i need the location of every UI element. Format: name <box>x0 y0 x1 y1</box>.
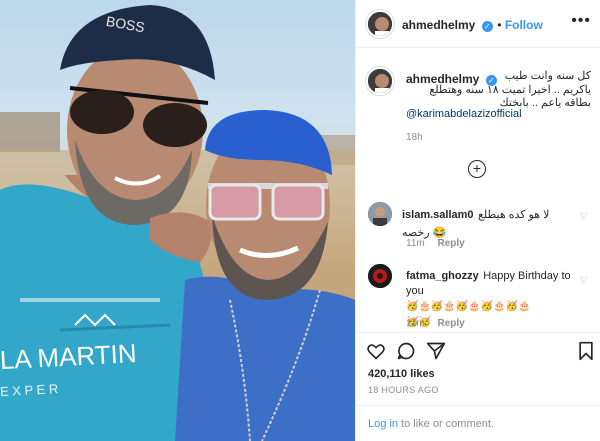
author-avatar[interactable] <box>366 10 394 38</box>
verified-badge-icon: ✓ <box>481 21 493 32</box>
comment-avatar-image <box>368 202 392 226</box>
comment-meta: 11m Reply <box>406 238 475 249</box>
comment-item-1: islam.sallam0 لا هو كده هيطلع رخصه 😂 <box>402 205 592 239</box>
login-prompt-rest: to like or comment. <box>397 418 494 430</box>
post-side-panel: ahmedhelmy ✓ • Follow ••• ahmedhelmy ✓ ك… <box>355 0 600 441</box>
caption-line-1: كل سنه وانت طيب <box>504 70 591 82</box>
comment-like-heart-icon[interactable]: ♡ <box>580 275 588 286</box>
comment-reply-button[interactable]: Reply <box>438 318 465 329</box>
photo-illustration: BOSS LA MARTIN E X P E R <box>0 5 355 441</box>
load-more-comments-icon[interactable]: + <box>468 160 486 178</box>
post-footer: 420,110 likes 18 HOURS AGO Log in to lik… <box>356 332 600 441</box>
author-avatar-image <box>368 12 392 36</box>
login-prompt-text: Log in to like or comment. <box>368 418 494 430</box>
author-username[interactable]: ahmedhelmy <box>402 18 475 32</box>
post-photo[interactable]: BOSS LA MARTIN E X P E R <box>0 0 355 441</box>
likes-count[interactable]: 420,110 likes <box>368 368 435 380</box>
comment-text: لا هو كده هيطلع <box>478 209 550 221</box>
more-options-icon[interactable]: ••• <box>571 12 591 30</box>
follow-button[interactable]: Follow <box>505 18 543 32</box>
comment-emojis: 🥳🎂🥳🎂🥳🎂🥳🎂🥳🎂 <box>406 301 531 312</box>
caption-mention-link[interactable]: @karimabdelazizofficial <box>406 108 522 120</box>
post-header: ahmedhelmy ✓ • Follow ••• <box>356 0 600 48</box>
login-link[interactable]: Log in <box>368 418 398 430</box>
comment-like-heart-icon[interactable]: ♡ <box>580 211 588 222</box>
save-bookmark-icon[interactable] <box>577 341 595 361</box>
comment-avatar-image <box>368 264 392 288</box>
caption-timestamp[interactable]: 18h <box>406 132 423 143</box>
comment-time: 11m <box>406 318 425 329</box>
comment-username[interactable]: fatma_ghozzy <box>406 270 479 282</box>
like-heart-icon[interactable] <box>366 341 386 361</box>
separator-dot: • <box>497 18 505 32</box>
comment-username[interactable]: islam.sallam0 <box>402 209 474 221</box>
comment-reply-button[interactable]: Reply <box>438 238 465 249</box>
caption-author-avatar[interactable] <box>366 67 394 95</box>
comment-avatar[interactable] <box>368 202 392 226</box>
svg-text:E X P E R: E X P E R <box>0 381 59 399</box>
comment-avatar[interactable] <box>368 264 392 288</box>
caption-line-2: ياكريم .. اخيرا تميت ١٨ سنه وهتطلع <box>429 84 591 96</box>
caption-avatar-image <box>368 69 392 93</box>
comment-time: 11m <box>406 238 425 249</box>
comment-bubble-icon[interactable] <box>396 341 416 361</box>
comment-meta: 11m Reply <box>406 318 475 329</box>
post-age[interactable]: 18 HOURS AGO <box>368 385 439 395</box>
login-prompt: Log in to like or comment. <box>356 405 600 441</box>
share-send-icon[interactable] <box>426 341 446 361</box>
